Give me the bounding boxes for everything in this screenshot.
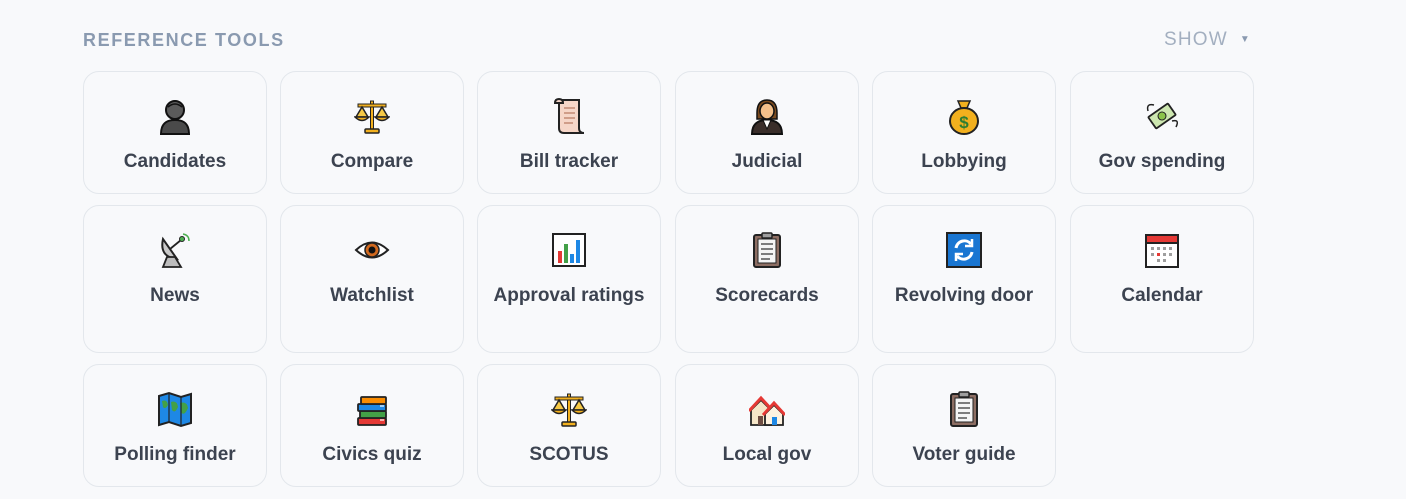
tool-label: Polling finder [114,444,236,465]
tool-card-revolving-door[interactable]: Revolving door [872,205,1056,353]
satellite-antenna-icon [84,231,266,269]
tool-card-local-gov[interactable]: Local gov [675,364,859,487]
tool-label: Compare [330,151,414,172]
tool-label: Lobbying [921,151,1007,172]
tool-card-judicial[interactable]: Judicial [675,71,859,194]
tool-label: Judicial [731,151,803,172]
tool-card-calendar[interactable]: Calendar [1070,205,1254,353]
money-with-wings-icon [1071,97,1253,135]
tool-label: Gov spending [1098,151,1226,172]
books-icon [281,390,463,428]
tool-card-polling-finder[interactable]: Polling finder [83,364,267,487]
tool-label: Scorecards [715,285,819,306]
arrows-cycle-icon [873,231,1055,269]
judge-icon [676,97,858,135]
tool-label: Bill tracker [519,151,619,172]
section-header: REFERENCE TOOLS SHOW ▼ [83,29,1256,51]
tool-label: Revolving door [894,285,1034,306]
tool-card-candidates[interactable]: Candidates [83,71,267,194]
calendar-icon [1071,231,1253,269]
world-map-icon [84,390,266,428]
eye-icon [281,231,463,269]
person-bust-icon [84,97,266,135]
tool-label: Watchlist [330,285,414,306]
tool-card-bill-tracker[interactable]: Bill tracker [477,71,661,194]
tool-card-civics-quiz[interactable]: Civics quiz [280,364,464,487]
tool-card-scotus[interactable]: SCOTUS [477,364,661,487]
money-bag-icon: $ [873,97,1055,135]
tool-label: Local gov [722,444,812,465]
tool-label: Approval ratings [493,285,645,306]
tool-card-watchlist[interactable]: Watchlist [280,205,464,353]
show-toggle-label: SHOW [1163,29,1228,50]
show-toggle-button[interactable]: SHOW ▼ [1164,29,1251,51]
svg-text:$: $ [959,113,969,132]
balance-scale-icon [281,97,463,135]
tool-card-scorecards[interactable]: Scorecards [675,205,859,353]
tool-card-gov-spending[interactable]: Gov spending [1070,71,1254,194]
tool-label: News [150,285,200,306]
tool-label: Voter guide [912,444,1016,465]
tool-label: SCOTUS [529,444,609,465]
tool-label: Civics quiz [322,444,422,465]
clipboard-icon [676,231,858,269]
tool-label: Calendar [1121,285,1203,306]
caret-down-icon: ▼ [1239,34,1251,45]
tool-card-compare[interactable]: Compare [280,71,464,194]
houses-icon [676,390,858,428]
clipboard-icon [873,390,1055,428]
tool-card-news[interactable]: News [83,205,267,353]
tool-label: Candidates [123,151,227,172]
scroll-icon [478,97,660,135]
tool-card-voter-guide[interactable]: Voter guide [872,364,1056,487]
tool-card-lobbying[interactable]: $ Lobbying [872,71,1056,194]
tool-card-approval-ratings[interactable]: Approval ratings [477,205,661,353]
bar-chart-icon [478,231,660,269]
balance-scale-icon [478,390,660,428]
section-title: REFERENCE TOOLS [83,30,285,50]
